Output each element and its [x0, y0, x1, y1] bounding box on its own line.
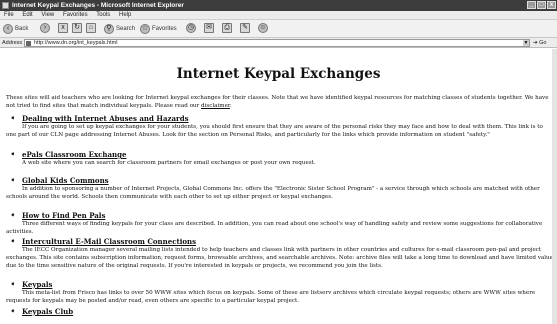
star-icon: ☆ — [140, 24, 150, 34]
bullet-icon: ➧ — [10, 114, 16, 122]
home-icon: ⌂ — [86, 23, 96, 34]
bullet-icon: ➧ — [10, 176, 16, 184]
favorites-button[interactable]: ☆ Favorites — [140, 23, 177, 35]
entry-link[interactable]: Keypals Club — [22, 307, 73, 316]
go-button[interactable]: ➜ Go — [533, 38, 546, 48]
entry-description: A web site where you can search for clas… — [22, 160, 316, 166]
page-icon — [26, 41, 31, 46]
entry-link[interactable]: Global Kids Commons — [22, 176, 109, 185]
menu-tools[interactable]: Tools — [96, 11, 110, 20]
entry-link[interactable]: ePals Classroom Exchange — [22, 150, 126, 159]
window-title: Internet Keypal Exchanges - Microsoft In… — [12, 2, 184, 9]
home-button[interactable]: ⌂ — [86, 23, 96, 35]
print-icon: ⎙ — [222, 23, 232, 34]
mail-button[interactable]: ✉ — [204, 23, 214, 35]
forward-arrow-icon: › — [40, 23, 50, 34]
history-button[interactable]: ◷ — [186, 23, 196, 35]
menu-help[interactable]: Help — [119, 11, 131, 20]
minimize-icon[interactable]: _ — [527, 1, 536, 9]
close-icon[interactable]: x — [547, 1, 556, 9]
maximize-icon[interactable]: □ — [537, 1, 546, 9]
address-url: http://www.dn.org/int_keypals.html — [34, 40, 118, 46]
address-input[interactable]: http://www.dn.org/int_keypals.html — [24, 39, 530, 47]
print-button[interactable]: ⎙ — [222, 23, 232, 35]
back-button[interactable]: ‹ Back — [3, 23, 28, 35]
bullet-icon: ➧ — [10, 211, 16, 219]
entry-description: Three different ways of finding keypals … — [6, 221, 543, 235]
refresh-button[interactable]: ↻ — [72, 23, 82, 35]
menu-edit[interactable]: Edit — [22, 11, 32, 20]
entry-link[interactable]: Dealing with Internet Abuses and Hazards — [22, 114, 189, 123]
forward-button[interactable]: › — [40, 23, 50, 35]
messenger-icon: ☺ — [258, 23, 268, 34]
back-arrow-icon: ‹ — [3, 24, 13, 34]
edit-icon: ✎ — [240, 23, 250, 34]
search-button[interactable]: ⚲ Search — [104, 23, 135, 35]
edit-button[interactable]: ✎ — [240, 23, 250, 35]
entry-link[interactable]: Intercultural E-Mail Classroom Connectio… — [22, 237, 196, 246]
entry-description: In addition to sponsoring a number of In… — [6, 186, 540, 200]
page-title: Internet Keypal Exchanges — [176, 66, 381, 82]
address-label: Address — [2, 40, 23, 46]
messenger-button[interactable]: ☺ — [258, 23, 268, 35]
page-content: Internet Keypal Exchanges These sites wi… — [0, 49, 557, 324]
address-bar: Address http://www.dn.org/int_keypals.ht… — [0, 38, 557, 48]
vertical-scrollbar[interactable] — [552, 49, 557, 324]
entry-description: This meta-list from Frisco has links to … — [6, 290, 536, 304]
bullet-icon: ➧ — [10, 150, 16, 158]
bullet-icon: ➧ — [10, 280, 16, 288]
history-icon: ◷ — [186, 23, 196, 34]
entry-link[interactable]: Keypals — [22, 280, 52, 289]
bullet-icon: ➧ — [10, 237, 16, 245]
bullet-icon: ➧ — [10, 307, 16, 315]
stop-icon: x — [58, 23, 68, 34]
menu-bar: File Edit View Favorites Tools Help — [0, 11, 557, 20]
ie-app-icon — [2, 2, 9, 9]
menu-file[interactable]: File — [4, 11, 14, 20]
toolbar: ‹ Back › x ↻ ⌂ ⚲ Search ☆ Favorites ◷ ✉ ⎙ ✎… — [0, 20, 557, 38]
window-titlebar: Internet Keypal Exchanges - Microsoft In… — [0, 0, 557, 11]
entry-description: If you are going to set up keypal exchan… — [6, 124, 543, 138]
chevron-down-icon[interactable]: ▼ — [523, 40, 529, 46]
menu-favorites[interactable]: Favorites — [63, 11, 88, 20]
intro-paragraph: These sites will aid teachers who are lo… — [6, 95, 549, 109]
search-icon: ⚲ — [104, 24, 114, 34]
entry-description: The IECC Organization manager several ma… — [6, 247, 553, 269]
stop-button[interactable]: x — [58, 23, 68, 35]
mail-icon: ✉ — [204, 23, 214, 34]
refresh-icon: ↻ — [72, 23, 82, 34]
menu-view[interactable]: View — [41, 11, 54, 20]
disclaimer-link[interactable]: disclaimer — [201, 103, 230, 109]
entry-link[interactable]: How to Find Pen Pals — [22, 211, 105, 220]
